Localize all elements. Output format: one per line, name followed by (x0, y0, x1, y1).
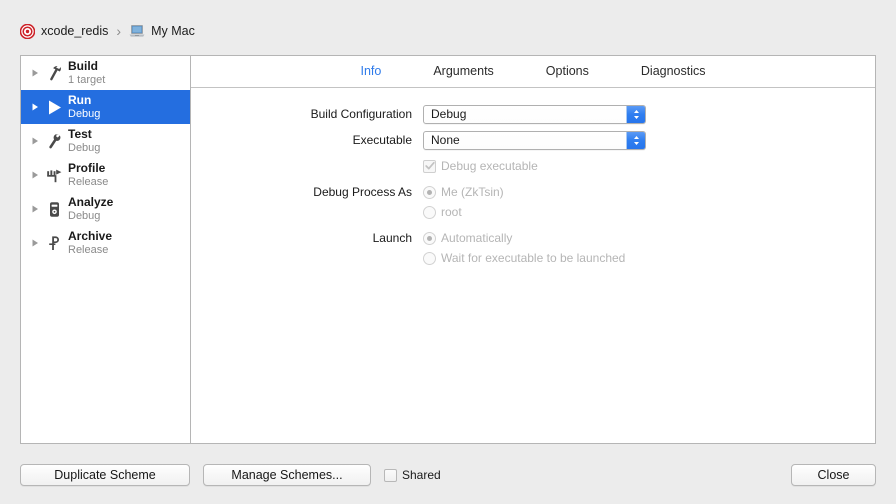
radio-automatically-label: Automatically (441, 231, 513, 245)
disclosure-triangle-icon[interactable] (29, 69, 42, 77)
sidebar-item-subtitle: 1 target (68, 73, 106, 86)
sidebar-item-title: Run (68, 93, 92, 108)
breadcrumb-separator: › (116, 23, 122, 39)
sidebar-item-title: Profile (68, 161, 106, 176)
radio-me-label: Me (ZkTsin) (441, 185, 504, 199)
device-icon (42, 200, 66, 219)
build-configuration-row: Build Configuration Debug (191, 104, 875, 124)
wrench-icon (42, 132, 66, 151)
disclosure-triangle-icon[interactable] (29, 205, 42, 213)
executable-value: None (431, 133, 460, 147)
close-button[interactable]: Close (791, 464, 876, 486)
sidebar-item-subtitle: Debug (68, 141, 101, 154)
hammer-icon (42, 64, 66, 83)
debug-executable-checkbox[interactable]: Debug executable (423, 159, 538, 173)
radio-selected-icon (423, 231, 436, 245)
executable-popup[interactable]: None (423, 130, 646, 150)
sidebar-item-profile[interactable]: Profile Release (21, 158, 190, 192)
radio-unselected-icon (423, 205, 436, 219)
my-mac-icon (129, 24, 145, 38)
chevron-up-down-icon[interactable] (626, 105, 645, 123)
launch-label: Launch (372, 231, 412, 245)
tab-bar: Info Arguments Options Diagnostics (191, 56, 875, 88)
sidebar-item-subtitle: Release (68, 175, 109, 188)
debug-executable-row: Debug executable (191, 156, 875, 176)
build-configuration-popup[interactable]: Debug (423, 104, 646, 124)
disclosure-triangle-icon[interactable] (29, 137, 42, 145)
sidebar-item-subtitle: Debug (68, 209, 101, 222)
radio-me[interactable]: Me (ZkTsin) (423, 182, 504, 202)
shared-label: Shared (402, 468, 441, 482)
chevron-up-down-icon[interactable] (626, 131, 645, 149)
scheme-detail-pane: Info Arguments Options Diagnostics Build… (191, 56, 875, 443)
scheme-editor-panel: Build 1 target Run Debug Test Debug Prof… (20, 55, 876, 444)
breadcrumb-item-scheme[interactable]: xcode_redis (20, 23, 109, 39)
sidebar-item-title: Build (68, 59, 98, 74)
sidebar-item-subtitle: Debug (68, 107, 101, 120)
build-configuration-value: Debug (431, 107, 467, 121)
tab-arguments[interactable]: Arguments (431, 64, 495, 78)
play-icon (42, 98, 66, 117)
bottom-bar: Duplicate Scheme Manage Schemes... Share… (0, 455, 896, 495)
tab-diagnostics[interactable]: Diagnostics (639, 64, 708, 78)
sidebar-item-title: Analyze (68, 195, 114, 210)
scheme-name: xcode_redis (41, 24, 109, 38)
checkbox-checked-icon (423, 159, 436, 173)
radio-root-label: root (441, 205, 462, 219)
radio-root[interactable]: root (423, 202, 462, 222)
debug-process-as-root-row: root (191, 202, 875, 222)
disclosure-triangle-icon[interactable] (29, 103, 42, 111)
disclosure-triangle-icon[interactable] (29, 171, 42, 179)
launch-wait-row: Wait for executable to be launched (191, 248, 875, 268)
manage-schemes-button[interactable]: Manage Schemes... (203, 464, 371, 486)
build-configuration-label: Build Configuration (310, 107, 412, 121)
sidebar-item-subtitle: Release (68, 243, 109, 256)
radio-automatically[interactable]: Automatically (423, 228, 512, 248)
executable-row: Executable None (191, 130, 875, 150)
duplicate-scheme-button[interactable]: Duplicate Scheme (20, 464, 190, 486)
executable-label: Executable (352, 133, 412, 147)
sidebar-item-analyze[interactable]: Analyze Debug (21, 192, 190, 226)
sidebar-item-title: Archive (68, 229, 113, 244)
destination-name: My Mac (151, 24, 195, 38)
sidebar-item-build[interactable]: Build 1 target (21, 56, 190, 90)
sidebar-item-title: Test (68, 127, 92, 142)
info-form: Build Configuration Debug Executable Non… (191, 88, 875, 268)
sidebar-item-test[interactable]: Test Debug (21, 124, 190, 158)
sidebar-item-archive[interactable]: Archive Release (21, 226, 190, 260)
checkbox-unchecked-icon (384, 468, 397, 482)
breadcrumb-item-destination[interactable]: My Mac (129, 24, 195, 38)
debug-process-as-label: Debug Process As (313, 185, 412, 199)
radio-wait-for-executable[interactable]: Wait for executable to be launched (423, 248, 625, 268)
tab-options[interactable]: Options (544, 64, 591, 78)
debug-process-as-row: Debug Process As Me (ZkTsin) (191, 182, 875, 202)
radio-selected-icon (423, 185, 436, 199)
disclosure-triangle-icon[interactable] (29, 239, 42, 247)
breadcrumb: xcode_redis › My Mac (20, 21, 195, 41)
archive-icon (42, 234, 66, 253)
radio-wait-label: Wait for executable to be launched (441, 251, 626, 265)
launch-row: Launch Automatically (191, 228, 875, 248)
tab-info[interactable]: Info (358, 64, 383, 78)
debug-executable-label: Debug executable (441, 159, 538, 173)
speedometer-icon (42, 166, 66, 185)
scheme-target-icon (20, 23, 35, 39)
shared-checkbox[interactable]: Shared (384, 468, 441, 482)
sidebar-item-run[interactable]: Run Debug (21, 90, 190, 124)
scheme-actions-list: Build 1 target Run Debug Test Debug Prof… (21, 56, 191, 443)
radio-unselected-icon (423, 251, 436, 265)
